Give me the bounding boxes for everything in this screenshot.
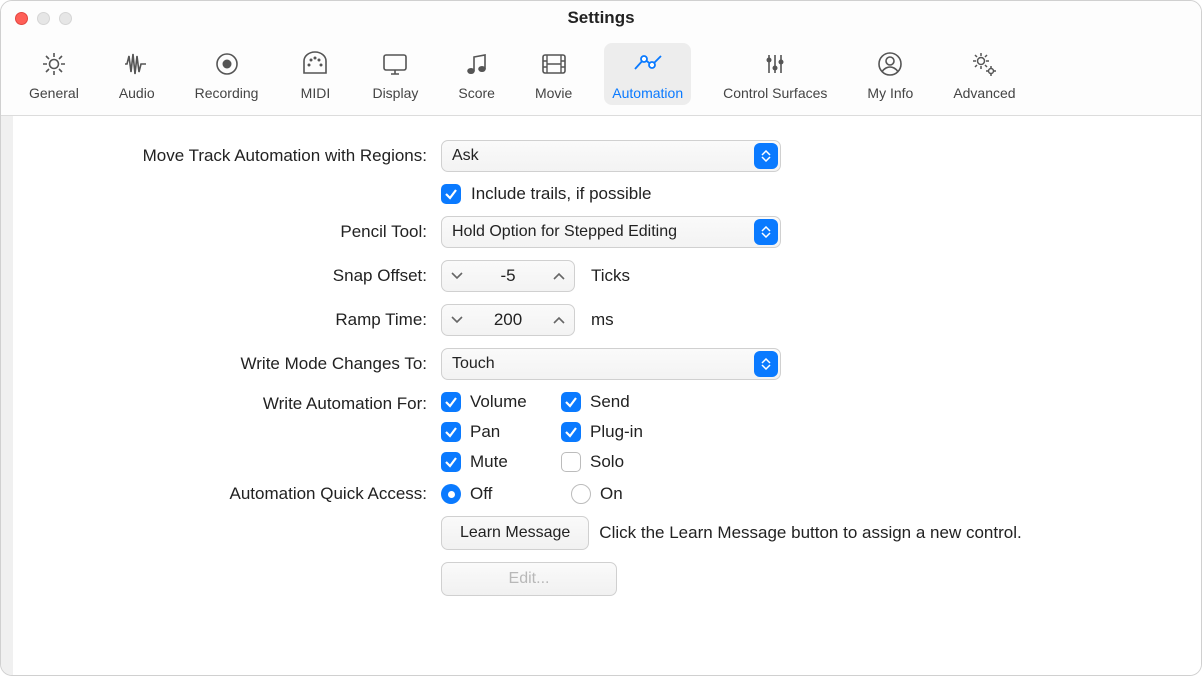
tab-midi[interactable]: MIDI bbox=[290, 43, 340, 105]
mute-label: Mute bbox=[470, 452, 508, 472]
learn-message-button[interactable]: Learn Message bbox=[441, 516, 589, 550]
stepper-value: -5 bbox=[472, 266, 544, 286]
settings-toolbar: General Audio Recording MIDI Display Sco… bbox=[1, 35, 1201, 116]
tab-audio[interactable]: Audio bbox=[111, 43, 163, 105]
pencil-tool-popup[interactable]: Hold Option for Stepped Editing bbox=[441, 216, 781, 248]
waveform-icon bbox=[120, 47, 154, 81]
tab-label: Advanced bbox=[953, 85, 1015, 101]
radio-off-label: Off bbox=[470, 484, 492, 504]
pan-checkbox[interactable] bbox=[441, 422, 461, 442]
tab-label: Display bbox=[372, 85, 418, 101]
solo-label: Solo bbox=[590, 452, 624, 472]
tab-recording[interactable]: Recording bbox=[187, 43, 267, 105]
chevron-down-icon bbox=[451, 272, 463, 280]
ramp-time-label: Ramp Time: bbox=[41, 310, 431, 330]
stepper-up-button[interactable] bbox=[544, 305, 574, 335]
user-icon bbox=[873, 47, 907, 81]
pencil-tool-label: Pencil Tool: bbox=[41, 222, 431, 242]
content-area: Move Track Automation with Regions: Ask bbox=[13, 116, 1201, 675]
popup-arrows-icon bbox=[754, 219, 778, 245]
tab-label: MIDI bbox=[301, 85, 331, 101]
quick-access-off-radio[interactable] bbox=[441, 484, 461, 504]
button-label: Edit... bbox=[509, 570, 550, 588]
radio-on-label: On bbox=[600, 484, 623, 504]
tab-score[interactable]: Score bbox=[450, 43, 503, 105]
edit-button[interactable]: Edit... bbox=[441, 562, 617, 596]
film-icon bbox=[537, 47, 571, 81]
ramp-time-unit: ms bbox=[591, 310, 614, 330]
display-icon bbox=[378, 47, 412, 81]
tab-label: My Info bbox=[867, 85, 913, 101]
automation-icon bbox=[631, 47, 665, 81]
tab-label: Movie bbox=[535, 85, 572, 101]
tab-label: Automation bbox=[612, 85, 683, 101]
popup-value: Hold Option for Stepped Editing bbox=[452, 223, 677, 241]
tab-label: Audio bbox=[119, 85, 155, 101]
move-track-label: Move Track Automation with Regions: bbox=[41, 146, 431, 166]
stepper-value: 200 bbox=[472, 310, 544, 330]
tab-general[interactable]: General bbox=[21, 43, 87, 105]
tab-label: Control Surfaces bbox=[723, 85, 827, 101]
sliders-icon bbox=[758, 47, 792, 81]
popup-value: Ask bbox=[452, 147, 479, 165]
tab-my-info[interactable]: My Info bbox=[859, 43, 921, 105]
include-trails-checkbox[interactable] bbox=[441, 184, 461, 204]
settings-window: Settings General Audio Recording MIDI Di… bbox=[0, 0, 1202, 676]
tab-movie[interactable]: Movie bbox=[527, 43, 580, 105]
write-mode-label: Write Mode Changes To: bbox=[41, 354, 431, 374]
left-gutter bbox=[1, 116, 13, 675]
learn-hint-text: Click the Learn Message button to assign… bbox=[599, 523, 1021, 543]
chevron-up-icon bbox=[553, 316, 565, 324]
stepper-down-button[interactable] bbox=[442, 261, 472, 291]
pan-label: Pan bbox=[470, 422, 500, 442]
write-mode-popup[interactable]: Touch bbox=[441, 348, 781, 380]
tab-display[interactable]: Display bbox=[364, 43, 426, 105]
stepper-up-button[interactable] bbox=[544, 261, 574, 291]
tab-label: General bbox=[29, 85, 79, 101]
quick-access-label: Automation Quick Access: bbox=[41, 484, 431, 504]
window-title: Settings bbox=[1, 8, 1201, 28]
solo-checkbox[interactable] bbox=[561, 452, 581, 472]
snap-offset-label: Snap Offset: bbox=[41, 266, 431, 286]
move-track-popup[interactable]: Ask bbox=[441, 140, 781, 172]
volume-checkbox[interactable] bbox=[441, 392, 461, 412]
record-icon bbox=[210, 47, 244, 81]
snap-offset-stepper[interactable]: -5 bbox=[441, 260, 575, 292]
chevron-down-icon bbox=[451, 316, 463, 324]
stepper-down-button[interactable] bbox=[442, 305, 472, 335]
titlebar: Settings bbox=[1, 1, 1201, 35]
midi-icon bbox=[298, 47, 332, 81]
button-label: Learn Message bbox=[460, 524, 570, 542]
chevron-up-icon bbox=[553, 272, 565, 280]
gear-icon bbox=[37, 47, 71, 81]
tab-label: Score bbox=[458, 85, 495, 101]
gears-icon bbox=[967, 47, 1001, 81]
music-notes-icon bbox=[460, 47, 494, 81]
snap-offset-unit: Ticks bbox=[591, 266, 630, 286]
volume-label: Volume bbox=[470, 392, 527, 412]
quick-access-on-radio[interactable] bbox=[571, 484, 591, 504]
popup-arrows-icon bbox=[754, 351, 778, 377]
include-trails-label: Include trails, if possible bbox=[471, 184, 651, 204]
write-for-label: Write Automation For: bbox=[41, 392, 431, 414]
tab-advanced[interactable]: Advanced bbox=[945, 43, 1023, 105]
ramp-time-stepper[interactable]: 200 bbox=[441, 304, 575, 336]
send-label: Send bbox=[590, 392, 630, 412]
tab-control-surfaces[interactable]: Control Surfaces bbox=[715, 43, 835, 105]
popup-arrows-icon bbox=[754, 143, 778, 169]
tab-label: Recording bbox=[195, 85, 259, 101]
plugin-label: Plug-in bbox=[590, 422, 643, 442]
mute-checkbox[interactable] bbox=[441, 452, 461, 472]
plugin-checkbox[interactable] bbox=[561, 422, 581, 442]
tab-automation[interactable]: Automation bbox=[604, 43, 691, 105]
popup-value: Touch bbox=[452, 355, 495, 373]
send-checkbox[interactable] bbox=[561, 392, 581, 412]
